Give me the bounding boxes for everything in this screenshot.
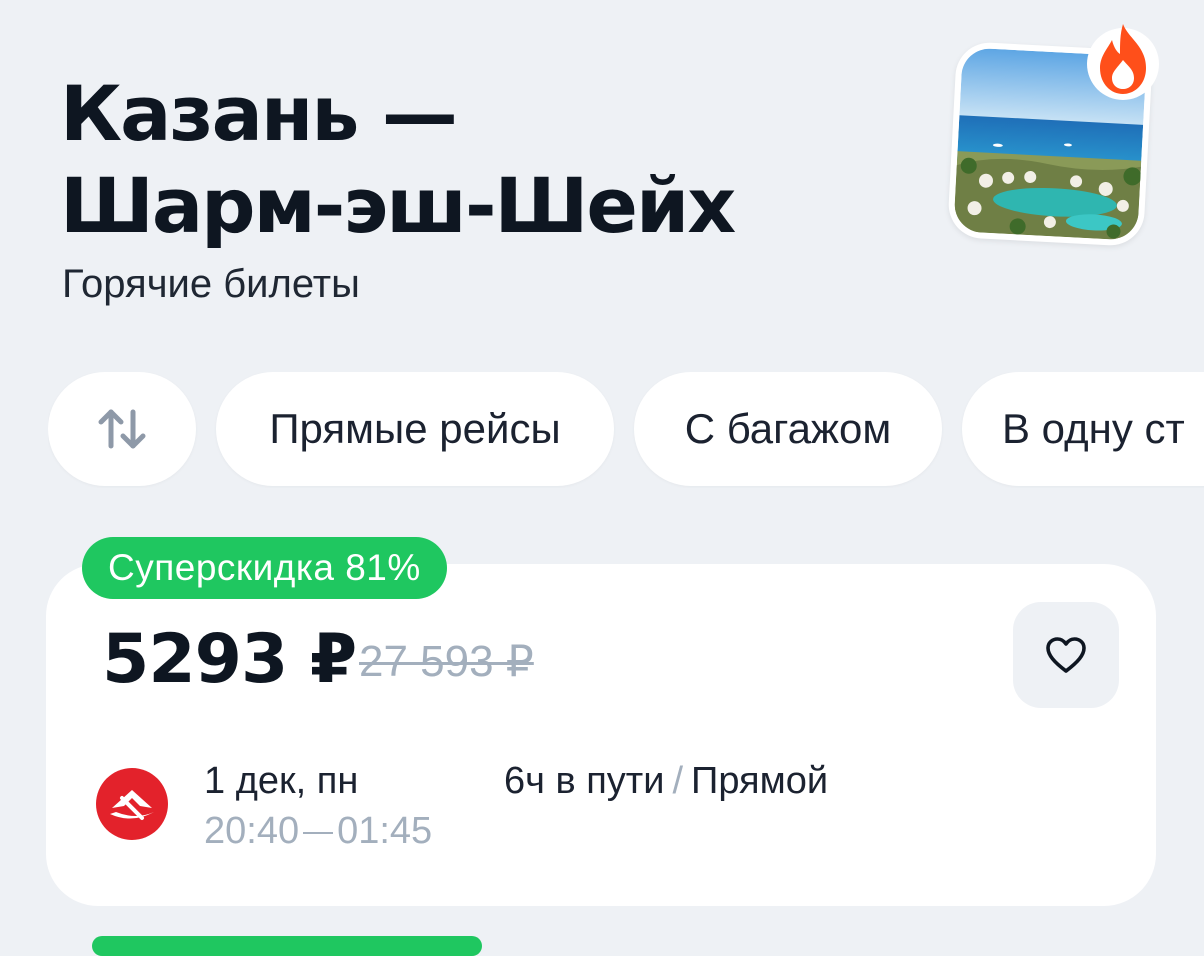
next-card-badge: [92, 936, 482, 956]
filter-oneway-label: В одну ст: [1002, 405, 1185, 452]
flight-duration: 6ч в пути / Прямой: [504, 760, 828, 803]
time-dash: [303, 831, 334, 834]
title-line-1: Казань —: [60, 69, 458, 158]
page-title: Казань — Шарм-эш-Шейх: [60, 68, 820, 252]
filter-with-baggage[interactable]: С багажом: [634, 372, 942, 486]
airline-logo-icon: [96, 768, 168, 840]
discount-badge: Суперскидка 81%: [82, 537, 447, 599]
ticket-old-price: 27 593 ₽: [359, 637, 534, 686]
duration-text: 6ч в пути: [504, 760, 665, 802]
sort-arrows-icon: [98, 409, 146, 449]
fire-icon: [1087, 24, 1159, 100]
ticket-card[interactable]: 5293 ₽ 27 593 ₽ 1 дек, пн 20:40 01:45 6ч …: [46, 564, 1156, 906]
favorite-button[interactable]: [1013, 602, 1119, 708]
filter-one-way[interactable]: В одну ст: [962, 372, 1204, 486]
sort-button[interactable]: [48, 372, 196, 486]
title-line-2: Шарм-эш-Шейх: [60, 161, 736, 250]
filter-direct-flights[interactable]: Прямые рейсы: [216, 372, 614, 486]
duration-separator: /: [672, 760, 684, 802]
filter-chips: Прямые рейсы С багажом В одну ст: [48, 372, 1204, 488]
stops-text: Прямой: [691, 760, 829, 802]
filter-direct-label: Прямые рейсы: [269, 405, 561, 452]
flight-times: 20:40 01:45: [204, 810, 432, 853]
destination-thumbnail: [944, 24, 1159, 252]
page-subtitle: Горячие билеты: [62, 262, 360, 306]
ticket-price: 5293 ₽: [102, 620, 357, 699]
arrive-time: 01:45: [337, 810, 433, 852]
heart-icon: [1046, 637, 1086, 673]
filter-baggage-label: С багажом: [684, 405, 892, 452]
depart-time: 20:40: [204, 810, 300, 852]
flight-date: 1 дек, пн: [204, 760, 359, 802]
